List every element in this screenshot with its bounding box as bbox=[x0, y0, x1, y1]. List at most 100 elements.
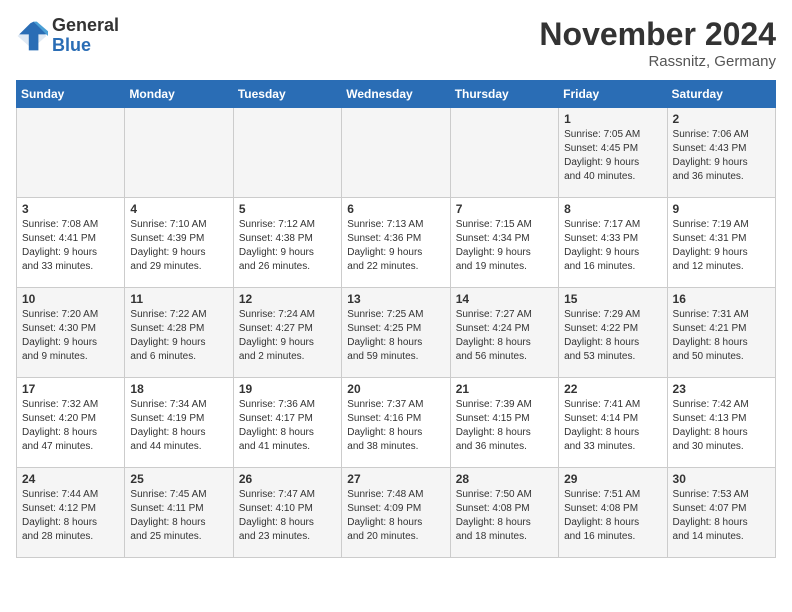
day-number: 13 bbox=[347, 292, 444, 306]
weekday-header: Wednesday bbox=[342, 81, 450, 108]
day-number: 21 bbox=[456, 382, 553, 396]
calendar-header: SundayMondayTuesdayWednesdayThursdayFrid… bbox=[17, 81, 776, 108]
calendar-body: 1 Sunrise: 7:05 AM Sunset: 4:45 PM Daylig… bbox=[17, 108, 776, 558]
day-number: 9 bbox=[673, 202, 770, 216]
calendar-day-cell: 2 Sunrise: 7:06 AM Sunset: 4:43 PM Daylig… bbox=[667, 108, 775, 198]
day-number: 16 bbox=[673, 292, 770, 306]
weekday-header: Sunday bbox=[17, 81, 125, 108]
calendar-day-cell bbox=[342, 108, 450, 198]
day-info: Sunrise: 7:20 AM Sunset: 4:30 PM Dayligh… bbox=[22, 308, 119, 364]
weekday-row: SundayMondayTuesdayWednesdayThursdayFrid… bbox=[17, 81, 776, 108]
calendar-day-cell: 4Sunrise: 7:10 AM Sunset: 4:39 PM Daylig… bbox=[125, 198, 233, 288]
calendar-day-cell: 13 Sunrise: 7:25 AM Sunset: 4:25 PM Dayli… bbox=[342, 288, 450, 378]
calendar-day-cell: 10 Sunrise: 7:20 AM Sunset: 4:30 PM Dayli… bbox=[17, 288, 125, 378]
day-info: Sunrise: 7:10 AM Sunset: 4:39 PM Dayligh… bbox=[130, 218, 227, 274]
calendar-day-cell: 12 Sunrise: 7:24 AM Sunset: 4:27 PM Dayli… bbox=[233, 288, 341, 378]
day-info: Sunrise: 7:19 AM Sunset: 4:31 PM Dayligh… bbox=[673, 218, 770, 274]
day-info: Sunrise: 7:31 AM Sunset: 4:21 PM Dayligh… bbox=[673, 308, 770, 364]
day-number: 30 bbox=[673, 472, 770, 486]
page-header: General Blue November 2024 Rassnitz, Ger… bbox=[16, 16, 776, 70]
calendar-day-cell: 1 Sunrise: 7:05 AM Sunset: 4:45 PM Daylig… bbox=[559, 108, 667, 198]
day-info: Sunrise: 7:32 AM Sunset: 4:20 PM Dayligh… bbox=[22, 398, 119, 454]
day-info: Sunrise: 7:39 AM Sunset: 4:15 PM Dayligh… bbox=[456, 398, 553, 454]
day-number: 23 bbox=[673, 382, 770, 396]
calendar-day-cell: 30 Sunrise: 7:53 AM Sunset: 4:07 PM Dayli… bbox=[667, 468, 775, 558]
day-info: Sunrise: 7:29 AM Sunset: 4:22 PM Dayligh… bbox=[564, 308, 661, 364]
day-number: 25 bbox=[130, 472, 227, 486]
calendar-day-cell: 20 Sunrise: 7:37 AM Sunset: 4:16 PM Dayli… bbox=[342, 378, 450, 468]
day-number: 15 bbox=[564, 292, 661, 306]
day-info: Sunrise: 7:44 AM Sunset: 4:12 PM Dayligh… bbox=[22, 488, 119, 544]
calendar-day-cell: 25Sunrise: 7:45 AM Sunset: 4:11 PM Dayli… bbox=[125, 468, 233, 558]
calendar-day-cell: 9 Sunrise: 7:19 AM Sunset: 4:31 PM Daylig… bbox=[667, 198, 775, 288]
day-number: 19 bbox=[239, 382, 336, 396]
day-info: Sunrise: 7:24 AM Sunset: 4:27 PM Dayligh… bbox=[239, 308, 336, 364]
day-info: Sunrise: 7:53 AM Sunset: 4:07 PM Dayligh… bbox=[673, 488, 770, 544]
calendar-day-cell: 7Sunrise: 7:15 AM Sunset: 4:34 PM Daylig… bbox=[450, 198, 558, 288]
day-info: Sunrise: 7:22 AM Sunset: 4:28 PM Dayligh… bbox=[130, 308, 227, 364]
day-info: Sunrise: 7:25 AM Sunset: 4:25 PM Dayligh… bbox=[347, 308, 444, 364]
calendar-day-cell: 14 Sunrise: 7:27 AM Sunset: 4:24 PM Dayli… bbox=[450, 288, 558, 378]
day-number: 20 bbox=[347, 382, 444, 396]
calendar-week-row: 24 Sunrise: 7:44 AM Sunset: 4:12 PM Dayli… bbox=[17, 468, 776, 558]
day-number: 10 bbox=[22, 292, 119, 306]
weekday-header: Tuesday bbox=[233, 81, 341, 108]
day-number: 1 bbox=[564, 112, 661, 126]
calendar-day-cell: 28 Sunrise: 7:50 AM Sunset: 4:08 PM Dayli… bbox=[450, 468, 558, 558]
calendar-day-cell: 23 Sunrise: 7:42 AM Sunset: 4:13 PM Dayli… bbox=[667, 378, 775, 468]
calendar-day-cell: 21 Sunrise: 7:39 AM Sunset: 4:15 PM Dayli… bbox=[450, 378, 558, 468]
month-title: November 2024 bbox=[539, 16, 776, 53]
calendar-day-cell: 19 Sunrise: 7:36 AM Sunset: 4:17 PM Dayli… bbox=[233, 378, 341, 468]
logo-blue: Blue bbox=[52, 35, 91, 55]
day-number: 12 bbox=[239, 292, 336, 306]
day-number: 3 bbox=[22, 202, 119, 216]
weekday-header: Monday bbox=[125, 81, 233, 108]
day-number: 28 bbox=[456, 472, 553, 486]
day-number: 29 bbox=[564, 472, 661, 486]
calendar-day-cell: 26Sunrise: 7:47 AM Sunset: 4:10 PM Dayli… bbox=[233, 468, 341, 558]
day-number: 11 bbox=[130, 292, 227, 306]
calendar-day-cell: 11 Sunrise: 7:22 AM Sunset: 4:28 PM Dayli… bbox=[125, 288, 233, 378]
calendar-day-cell: 17 Sunrise: 7:32 AM Sunset: 4:20 PM Dayli… bbox=[17, 378, 125, 468]
calendar-day-cell bbox=[125, 108, 233, 198]
calendar-day-cell: 3Sunrise: 7:08 AM Sunset: 4:41 PM Daylig… bbox=[17, 198, 125, 288]
calendar-week-row: 3Sunrise: 7:08 AM Sunset: 4:41 PM Daylig… bbox=[17, 198, 776, 288]
day-info: Sunrise: 7:36 AM Sunset: 4:17 PM Dayligh… bbox=[239, 398, 336, 454]
calendar-day-cell: 6Sunrise: 7:13 AM Sunset: 4:36 PM Daylig… bbox=[342, 198, 450, 288]
day-info: Sunrise: 7:06 AM Sunset: 4:43 PM Dayligh… bbox=[673, 128, 770, 184]
calendar-day-cell: 29Sunrise: 7:51 AM Sunset: 4:08 PM Dayli… bbox=[559, 468, 667, 558]
calendar-day-cell bbox=[450, 108, 558, 198]
calendar-day-cell bbox=[17, 108, 125, 198]
location: Rassnitz, Germany bbox=[539, 53, 776, 70]
logo-general: General bbox=[52, 15, 119, 35]
calendar-day-cell: 24 Sunrise: 7:44 AM Sunset: 4:12 PM Dayli… bbox=[17, 468, 125, 558]
calendar-day-cell: 22Sunrise: 7:41 AM Sunset: 4:14 PM Dayli… bbox=[559, 378, 667, 468]
day-info: Sunrise: 7:13 AM Sunset: 4:36 PM Dayligh… bbox=[347, 218, 444, 274]
weekday-header: Friday bbox=[559, 81, 667, 108]
calendar-day-cell: 16 Sunrise: 7:31 AM Sunset: 4:21 PM Dayli… bbox=[667, 288, 775, 378]
day-info: Sunrise: 7:05 AM Sunset: 4:45 PM Dayligh… bbox=[564, 128, 661, 184]
day-info: Sunrise: 7:15 AM Sunset: 4:34 PM Dayligh… bbox=[456, 218, 553, 274]
day-number: 17 bbox=[22, 382, 119, 396]
day-number: 2 bbox=[673, 112, 770, 126]
day-info: Sunrise: 7:41 AM Sunset: 4:14 PM Dayligh… bbox=[564, 398, 661, 454]
calendar-week-row: 17 Sunrise: 7:32 AM Sunset: 4:20 PM Dayli… bbox=[17, 378, 776, 468]
logo-icon bbox=[16, 20, 48, 52]
day-info: Sunrise: 7:50 AM Sunset: 4:08 PM Dayligh… bbox=[456, 488, 553, 544]
day-number: 14 bbox=[456, 292, 553, 306]
calendar-day-cell: 8Sunrise: 7:17 AM Sunset: 4:33 PM Daylig… bbox=[559, 198, 667, 288]
day-number: 24 bbox=[22, 472, 119, 486]
day-info: Sunrise: 7:37 AM Sunset: 4:16 PM Dayligh… bbox=[347, 398, 444, 454]
calendar-day-cell: 27Sunrise: 7:48 AM Sunset: 4:09 PM Dayli… bbox=[342, 468, 450, 558]
day-info: Sunrise: 7:47 AM Sunset: 4:10 PM Dayligh… bbox=[239, 488, 336, 544]
calendar-table: SundayMondayTuesdayWednesdayThursdayFrid… bbox=[16, 80, 776, 558]
logo-text: General Blue bbox=[52, 16, 119, 56]
day-info: Sunrise: 7:12 AM Sunset: 4:38 PM Dayligh… bbox=[239, 218, 336, 274]
calendar-week-row: 1 Sunrise: 7:05 AM Sunset: 4:45 PM Daylig… bbox=[17, 108, 776, 198]
calendar-day-cell: 18Sunrise: 7:34 AM Sunset: 4:19 PM Dayli… bbox=[125, 378, 233, 468]
calendar-week-row: 10 Sunrise: 7:20 AM Sunset: 4:30 PM Dayli… bbox=[17, 288, 776, 378]
day-info: Sunrise: 7:42 AM Sunset: 4:13 PM Dayligh… bbox=[673, 398, 770, 454]
logo: General Blue bbox=[16, 16, 119, 56]
day-info: Sunrise: 7:27 AM Sunset: 4:24 PM Dayligh… bbox=[456, 308, 553, 364]
title-block: November 2024 Rassnitz, Germany bbox=[539, 16, 776, 70]
